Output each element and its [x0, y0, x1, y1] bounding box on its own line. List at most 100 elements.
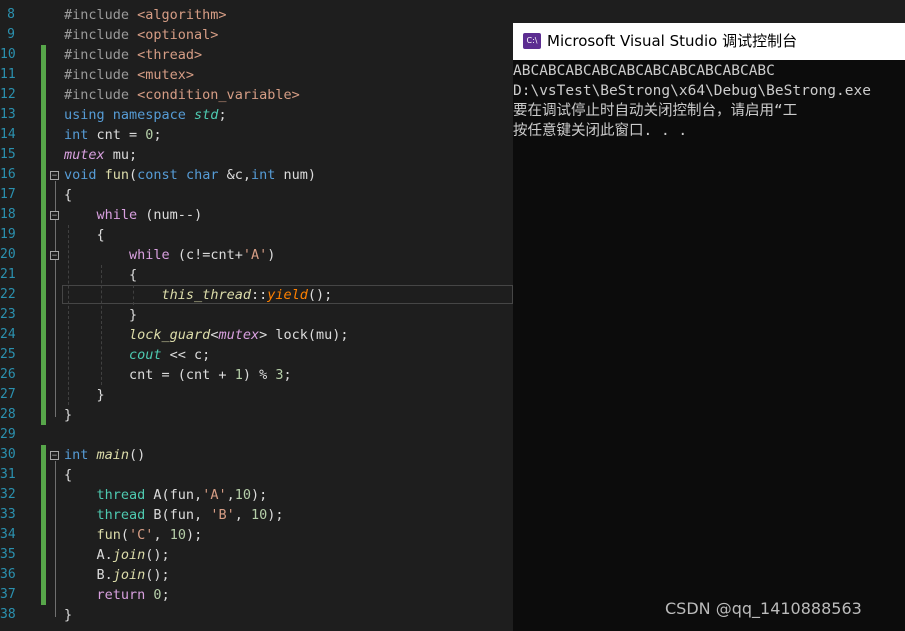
changed-lines-marker: [41, 45, 46, 425]
code-line[interactable]: int main(): [64, 445, 145, 465]
code-token: ;: [161, 587, 170, 603]
code-token: cout: [129, 347, 162, 363]
code-token: cnt =: [96, 127, 146, 143]
code-line[interactable]: this_thread::yield();: [64, 285, 333, 305]
code-token: );: [185, 527, 203, 543]
line-number: 11: [0, 67, 16, 82]
code-token: ,: [226, 487, 235, 503]
code-line[interactable]: return 0;: [64, 585, 170, 605]
line-number: 29: [0, 427, 16, 442]
code-token: cnt = (cnt +: [64, 367, 235, 383]
line-number: 28: [0, 407, 16, 422]
code-token: );: [251, 487, 268, 503]
code-token: ();: [307, 287, 333, 303]
code-line[interactable]: thread B(fun, 'B', 10);: [64, 505, 284, 525]
code-line[interactable]: void fun(const char &c,int num): [64, 165, 316, 185]
code-line[interactable]: #include <condition_variable>: [64, 85, 300, 105]
line-number: 31: [0, 467, 16, 482]
code-token: A.: [64, 547, 113, 563]
line-number: 36: [0, 567, 16, 582]
line-number: 25: [0, 347, 16, 362]
code-line[interactable]: {: [64, 185, 72, 205]
code-line[interactable]: int cnt = 0;: [64, 125, 162, 145]
code-token: #include: [64, 67, 138, 83]
collapse-toggle-icon[interactable]: −: [50, 171, 59, 181]
code-token: 0: [153, 587, 162, 603]
code-line[interactable]: }: [64, 385, 105, 405]
code-line[interactable]: {: [64, 265, 137, 285]
code-token: join: [112, 547, 146, 563]
code-line[interactable]: {: [64, 465, 72, 485]
code-token: << c;: [161, 347, 211, 363]
code-token: thread: [96, 487, 154, 503]
code-token: 1: [234, 367, 243, 383]
code-token: #include: [64, 27, 138, 43]
code-token: main: [96, 447, 130, 463]
code-line[interactable]: B.join();: [64, 565, 170, 585]
code-line[interactable]: {: [64, 225, 105, 245]
code-token: }: [64, 607, 73, 623]
code-line[interactable]: lock_guard<mutex> lock(mu);: [64, 325, 348, 345]
code-line[interactable]: }: [64, 305, 137, 325]
code-line[interactable]: }: [64, 405, 72, 425]
line-number: 18: [0, 207, 16, 222]
code-token: 'A': [242, 247, 268, 263]
code-token: fun: [96, 527, 121, 543]
code-token: std: [194, 107, 219, 123]
code-token: ,: [153, 527, 170, 543]
code-token: 10: [250, 507, 268, 523]
code-line[interactable]: cout << c;: [64, 345, 210, 365]
line-number: 17: [0, 187, 16, 202]
code-token: thread: [96, 507, 154, 523]
code-line[interactable]: thread A(fun,'A',10);: [64, 485, 268, 505]
code-token: #include: [64, 7, 138, 23]
console-title-bar[interactable]: C:\ Microsoft Visual Studio 调试控制台: [513, 23, 905, 60]
code-line[interactable]: }: [64, 605, 72, 625]
code-line[interactable]: A.join();: [64, 545, 170, 565]
code-line[interactable]: #include <thread>: [64, 45, 202, 65]
code-token: }: [64, 407, 73, 423]
code-token: <optional>: [137, 27, 219, 43]
code-line[interactable]: while (num--): [64, 205, 203, 225]
line-number: 14: [0, 127, 16, 142]
code-token: <algorithm>: [137, 7, 227, 23]
code-line[interactable]: #include <mutex>: [64, 65, 194, 85]
code-line[interactable]: while (c!=cnt+'A'): [64, 245, 275, 265]
line-number: 13: [0, 107, 16, 122]
code-token: ::: [250, 287, 268, 303]
code-line[interactable]: mutex mu;: [64, 145, 137, 165]
code-token: mutex: [64, 147, 105, 163]
code-token: (c!=cnt+: [177, 247, 243, 263]
line-number: 23: [0, 307, 16, 322]
code-line[interactable]: #include <algorithm>: [64, 5, 227, 25]
line-number: 34: [0, 527, 16, 542]
code-token: using namespace: [64, 107, 195, 123]
console-title: Microsoft Visual Studio 调试控制台: [547, 32, 798, 50]
code-token: yield: [267, 287, 308, 303]
code-token: join: [112, 567, 146, 583]
code-token: 'B': [210, 507, 235, 523]
visual-studio-console-icon: C:\: [523, 33, 541, 49]
line-number: 9: [7, 27, 15, 42]
code-line[interactable]: cnt = (cnt + 1) % 3;: [64, 365, 292, 385]
code-token: #include: [64, 47, 138, 63]
code-token: ();: [145, 547, 170, 563]
code-token: ): [267, 247, 276, 263]
debug-console-window[interactable]: C:\ Microsoft Visual Studio 调试控制台 ABCABC…: [513, 23, 905, 631]
collapse-toggle-icon[interactable]: −: [50, 211, 59, 221]
line-number: 12: [0, 87, 16, 102]
code-token: {: [64, 267, 138, 283]
code-line[interactable]: using namespace std;: [64, 105, 235, 125]
collapse-toggle-icon[interactable]: −: [50, 251, 59, 261]
code-token: (: [129, 167, 138, 183]
code-line[interactable]: #include <optional>: [64, 25, 218, 45]
code-token: }: [64, 307, 138, 323]
code-line[interactable]: fun('C', 10);: [64, 525, 203, 545]
line-number: 30: [0, 447, 16, 462]
collapse-toggle-icon[interactable]: −: [50, 451, 59, 461]
code-token: B.: [64, 567, 113, 583]
